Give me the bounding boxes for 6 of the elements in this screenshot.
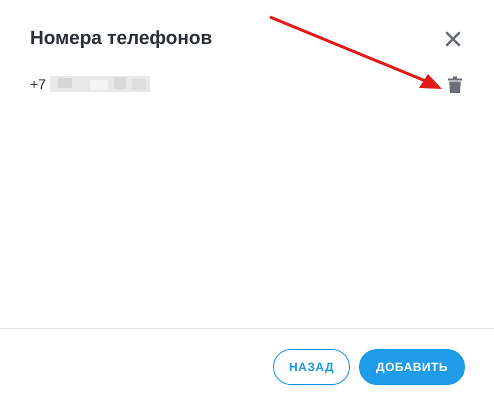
- phone-number: +7: [30, 74, 46, 94]
- add-button[interactable]: ДОБАВИТЬ: [359, 349, 465, 385]
- delete-icon[interactable]: [448, 76, 462, 92]
- back-button[interactable]: НАЗАД: [273, 349, 350, 385]
- close-icon[interactable]: [444, 30, 462, 48]
- dialog-title: Номера телефонов: [30, 28, 212, 50]
